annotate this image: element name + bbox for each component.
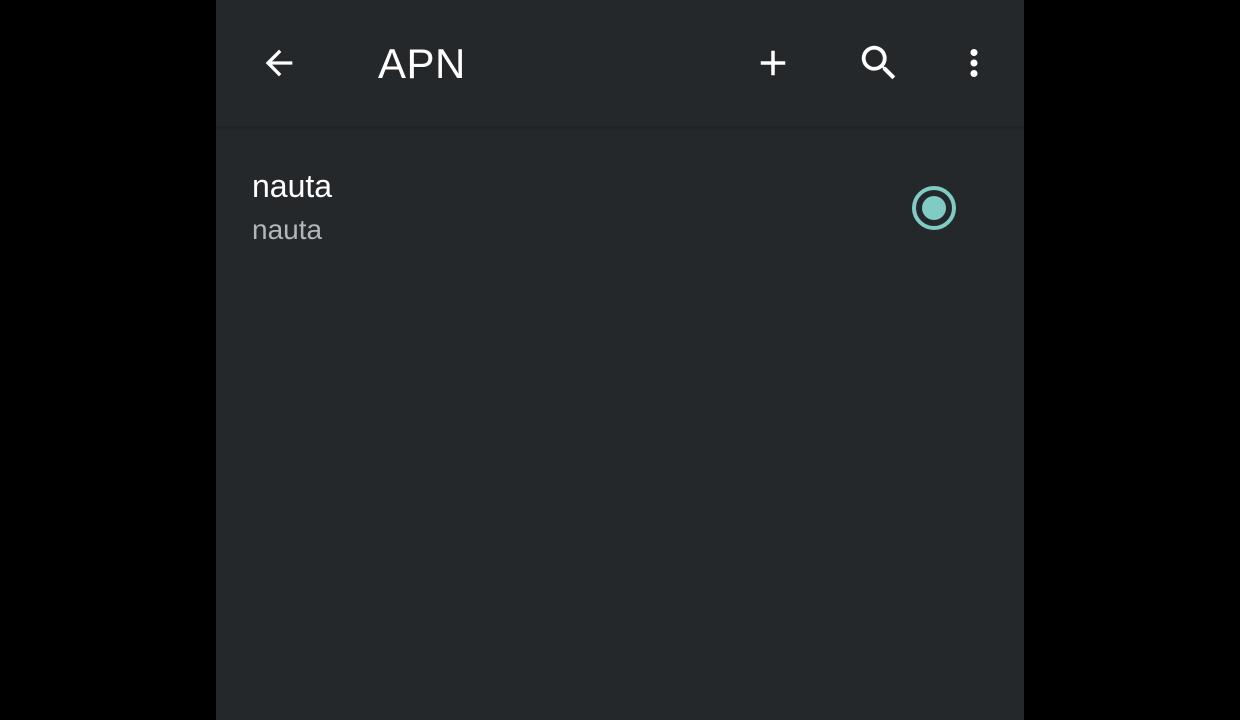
add-apn-button[interactable]	[741, 31, 805, 95]
app-toolbar: APN	[216, 0, 1024, 126]
letterbox-right	[1024, 0, 1240, 720]
search-icon	[861, 45, 896, 80]
more-vert-icon	[970, 49, 978, 77]
apn-list-item[interactable]: nauta nauta	[216, 126, 1024, 286]
apn-screen: APN nauta nauta	[216, 0, 1024, 720]
plus-icon	[760, 50, 786, 76]
apn-list: nauta nauta	[216, 126, 1024, 286]
apn-name: nauta	[252, 168, 333, 204]
page-title: APN	[378, 40, 466, 87]
back-button[interactable]	[247, 31, 311, 95]
letterbox-left	[0, 0, 216, 720]
more-options-button[interactable]	[942, 31, 1006, 95]
apn-radio-button[interactable]	[910, 184, 958, 232]
search-button[interactable]	[847, 31, 911, 95]
arrow-left-icon	[265, 49, 293, 77]
radio-checked-icon	[912, 186, 956, 230]
apn-value: nauta	[252, 214, 323, 245]
